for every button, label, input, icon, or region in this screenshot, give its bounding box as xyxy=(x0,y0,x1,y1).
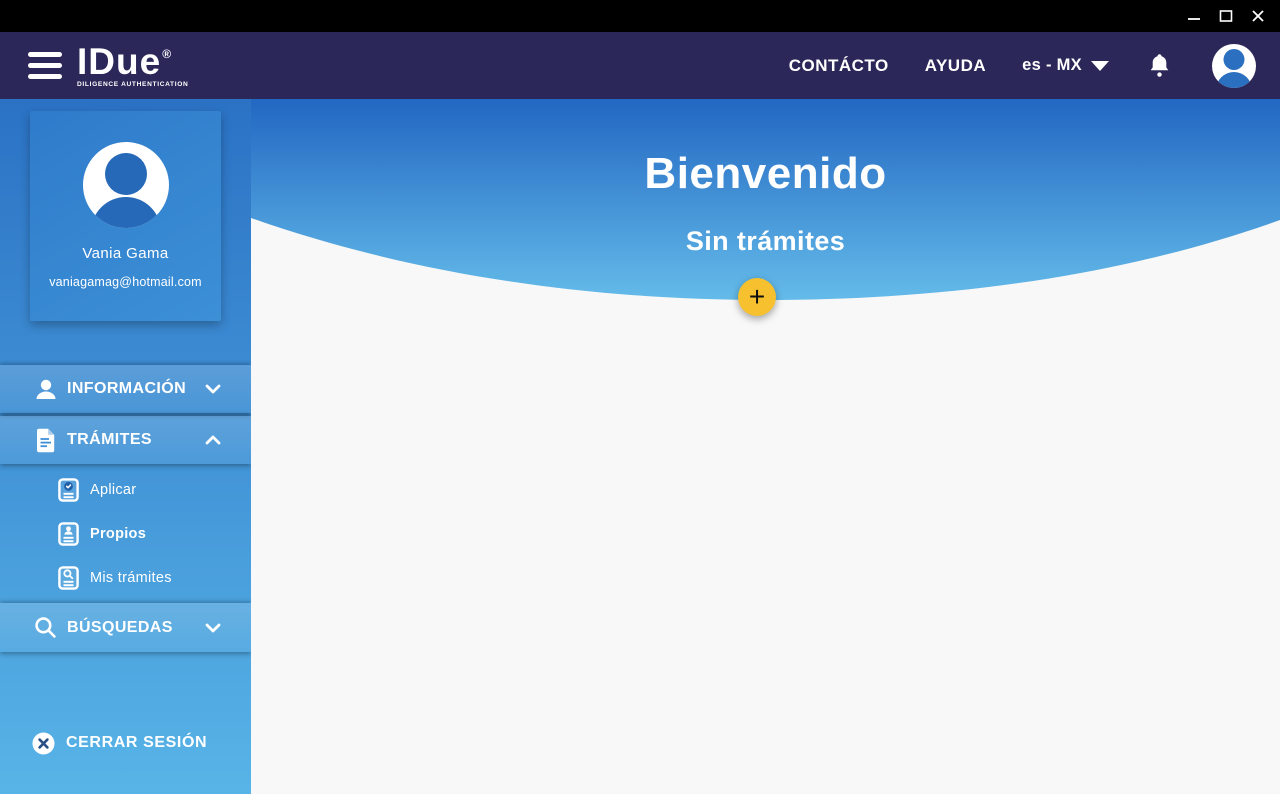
nav-ayuda[interactable]: AYUDA xyxy=(925,56,986,76)
submenu-item-mis-tramites[interactable]: Mis trámites xyxy=(0,556,251,600)
app-logo: IDue® DILIGENCE AUTHENTICATION xyxy=(77,43,188,89)
card-person-icon xyxy=(58,522,79,546)
logo-subtitle: DILIGENCE AUTHENTICATION xyxy=(77,82,188,89)
submenu-item-aplicar[interactable]: Aplicar xyxy=(0,468,251,512)
logout-label: CERRAR SESIÓN xyxy=(66,734,207,752)
document-icon xyxy=(33,428,58,453)
registered-mark: ® xyxy=(162,47,171,61)
welcome-title: Bienvenido xyxy=(251,149,1280,199)
tramites-submenu: Aplicar Propios xyxy=(0,468,251,600)
header-nav: CONTÁCTO AYUDA es - MX xyxy=(789,44,1280,88)
sidebar-item-tramites[interactable]: TRÁMITES xyxy=(0,416,251,464)
submenu-item-label: Propios xyxy=(90,526,146,542)
logo-text: IDue xyxy=(77,41,161,82)
sidebar-item-label: TRÁMITES xyxy=(67,431,152,449)
submenu-item-propios[interactable]: Propios xyxy=(0,512,251,556)
bell-icon xyxy=(1149,53,1170,79)
language-selector[interactable]: es - MX xyxy=(1022,56,1109,75)
person-icon xyxy=(33,378,58,401)
chevron-down-icon xyxy=(205,623,221,633)
sidebar-item-informacion[interactable]: INFORMACIÓN xyxy=(0,365,251,413)
window-titlebar xyxy=(0,0,1280,32)
profile-card: Vania Gama vaniagamag@hotmail.com xyxy=(30,111,221,321)
avatar-icon xyxy=(1212,44,1256,88)
search-icon xyxy=(33,616,58,639)
main-content: Bienvenido Sin trámites + xyxy=(251,99,1280,794)
sidebar-item-label: BÚSQUEDAS xyxy=(67,619,173,637)
nav-contacto[interactable]: CONTÁCTO xyxy=(789,56,889,76)
language-value: es - MX xyxy=(1022,56,1082,75)
caret-down-icon xyxy=(1091,61,1109,71)
hero-subtitle: Sin trámites xyxy=(251,226,1280,257)
chevron-up-icon xyxy=(205,435,221,445)
sidebar-item-busquedas[interactable]: BÚSQUEDAS xyxy=(0,603,251,652)
maximize-icon xyxy=(1219,9,1233,23)
card-check-icon xyxy=(58,478,79,502)
sidebar: Vania Gama vaniagamag@hotmail.com INFORM… xyxy=(0,99,251,794)
window-maximize-button[interactable] xyxy=(1210,0,1242,32)
circle-x-icon xyxy=(32,732,55,755)
profile-avatar-button[interactable] xyxy=(1212,44,1256,88)
notifications-button[interactable] xyxy=(1149,53,1170,79)
profile-name: Vania Gama xyxy=(82,245,168,262)
profile-avatar-icon xyxy=(83,142,169,228)
close-icon xyxy=(1251,9,1265,23)
page-body: Vania Gama vaniagamag@hotmail.com INFORM… xyxy=(0,99,1280,794)
minimize-icon xyxy=(1187,9,1201,23)
window-minimize-button[interactable] xyxy=(1178,0,1210,32)
app-header: IDue® DILIGENCE AUTHENTICATION CONTÁCTO … xyxy=(0,32,1280,99)
hamburger-menu-icon[interactable] xyxy=(28,52,62,79)
submenu-item-label: Mis trámites xyxy=(90,570,172,586)
card-search-icon xyxy=(58,566,79,590)
logout-button[interactable]: CERRAR SESIÓN xyxy=(0,729,251,757)
profile-email: vaniagamag@hotmail.com xyxy=(49,275,202,289)
chevron-down-icon xyxy=(205,384,221,394)
sidebar-item-label: INFORMACIÓN xyxy=(67,380,186,398)
add-tramite-button[interactable]: + xyxy=(738,278,776,316)
window-close-button[interactable] xyxy=(1242,0,1274,32)
submenu-item-label: Aplicar xyxy=(90,482,136,498)
